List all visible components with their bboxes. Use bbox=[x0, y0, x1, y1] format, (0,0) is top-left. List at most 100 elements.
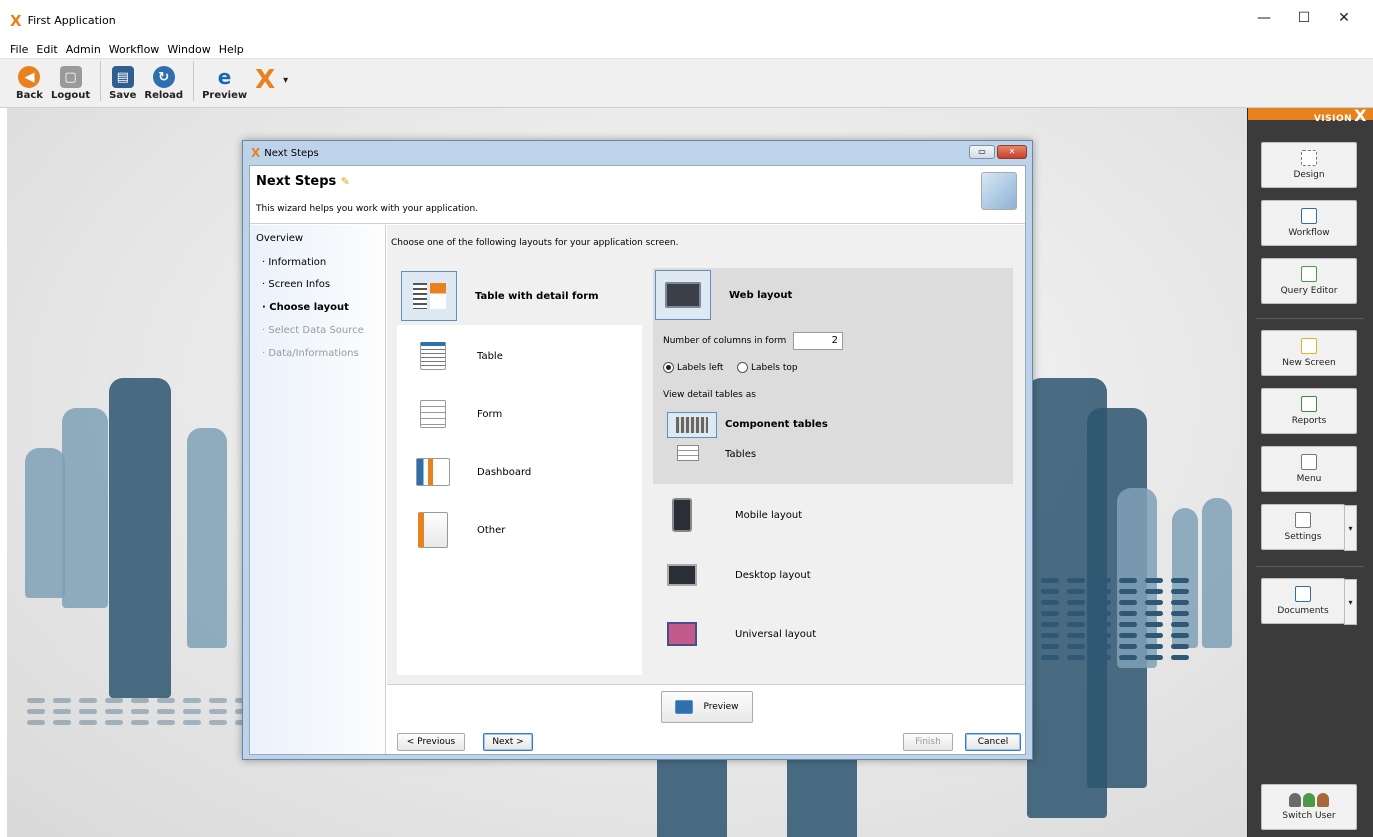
menu-workflow[interactable]: Workflow bbox=[109, 43, 160, 56]
back-button[interactable]: ◀ Back bbox=[16, 66, 43, 101]
preview-button[interactable]: Preview bbox=[661, 691, 753, 723]
visionx-dropdown-button[interactable]: X ▾ bbox=[255, 67, 288, 93]
settings-button[interactable]: Settings ▾ bbox=[1261, 504, 1357, 551]
save-button[interactable]: ▤ Save bbox=[109, 66, 136, 101]
component-tables-option[interactable]: Component tables bbox=[725, 419, 828, 430]
minimize-button[interactable]: — bbox=[1244, 10, 1284, 32]
layout-list: Table with detail form Table Form Dashbo… bbox=[397, 267, 642, 675]
menu-window[interactable]: Window bbox=[167, 43, 210, 56]
settings-icon bbox=[1295, 512, 1311, 528]
web-layout-panel: Web layout Number of columns in form 2 L… bbox=[653, 268, 1013, 484]
wizard-heading: Next Steps ✎ bbox=[256, 174, 351, 189]
documents-icon bbox=[1295, 586, 1311, 602]
layout-option-table-detail[interactable]: Table with detail form bbox=[397, 267, 642, 325]
settings-dropdown-chevron-icon[interactable]: ▾ bbox=[1344, 505, 1357, 551]
reload-button[interactable]: ↻ Reload bbox=[144, 66, 183, 101]
chevron-down-icon: ▾ bbox=[283, 74, 289, 86]
new-screen-icon bbox=[1301, 338, 1317, 354]
dialog-restore-button[interactable]: ▭ bbox=[969, 145, 995, 159]
switch-user-icon bbox=[1289, 793, 1329, 807]
query-editor-button[interactable]: Query Editor bbox=[1261, 258, 1357, 304]
universal-devices-icon bbox=[667, 616, 697, 652]
documents-button[interactable]: Documents ▾ bbox=[1261, 578, 1357, 625]
preview-monitor-icon bbox=[675, 700, 694, 714]
cancel-button[interactable]: Cancel bbox=[965, 733, 1021, 751]
logout-button[interactable]: ▢ Logout bbox=[51, 66, 90, 101]
vision-sidepanel: VISION X Design Workflow Query Editor New… bbox=[1247, 106, 1373, 837]
menu-admin[interactable]: Admin bbox=[66, 43, 101, 56]
dialog-close-button[interactable]: ✕ bbox=[997, 145, 1027, 159]
reports-icon bbox=[1301, 396, 1317, 412]
menu-icon bbox=[1301, 454, 1317, 470]
desktop-monitor-icon bbox=[667, 557, 697, 593]
labels-left-radio[interactable]: Labels left bbox=[663, 362, 723, 373]
menu-file[interactable]: File bbox=[10, 43, 28, 56]
menu-button[interactable]: Menu bbox=[1261, 446, 1357, 492]
design-button[interactable]: Design bbox=[1261, 142, 1357, 188]
reports-button[interactable]: Reports bbox=[1261, 388, 1357, 434]
columns-label: Number of columns in form bbox=[663, 336, 787, 346]
new-screen-button[interactable]: New Screen bbox=[1261, 330, 1357, 376]
documents-dropdown-chevron-icon[interactable]: ▾ bbox=[1344, 579, 1357, 625]
next-button[interactable]: Next > bbox=[483, 733, 533, 751]
close-button[interactable]: ✕ bbox=[1324, 10, 1364, 32]
design-icon bbox=[1301, 150, 1317, 166]
other-layout-icon bbox=[415, 512, 451, 548]
maximize-button[interactable]: ☐ bbox=[1284, 10, 1324, 32]
tables-icon[interactable] bbox=[677, 445, 699, 461]
menu-bar: File Edit Admin Workflow Window Help bbox=[0, 40, 1373, 58]
app-title: X First Application bbox=[10, 13, 116, 28]
nav-overview[interactable]: Overview bbox=[256, 233, 303, 244]
wizard-header: Next Steps ✎ This wizard helps you work … bbox=[250, 166, 1025, 224]
mobile-layout-option[interactable]: Mobile layout bbox=[653, 486, 1013, 544]
layout-option-form[interactable]: Form bbox=[397, 385, 642, 443]
window-titlebar: X First Application — ☐ ✕ bbox=[0, 0, 1373, 40]
switch-user-button[interactable]: Switch User bbox=[1261, 784, 1357, 830]
silhouette-figure bbox=[25, 448, 65, 598]
workflow-button[interactable]: Workflow bbox=[1261, 200, 1357, 246]
wizard-steps-nav: Overview · Information · Screen Infos · … bbox=[250, 225, 386, 754]
nav-step-information[interactable]: · Information bbox=[262, 257, 326, 268]
nav-step-choose-layout[interactable]: · Choose layout bbox=[262, 302, 349, 313]
dashboard-icon bbox=[415, 454, 451, 490]
mobile-phone-icon bbox=[667, 497, 697, 533]
logout-lock-icon: ▢ bbox=[59, 66, 82, 88]
layout-hint: Choose one of the following layouts for … bbox=[391, 238, 679, 248]
web-layout-icon[interactable] bbox=[655, 270, 711, 320]
table-icon bbox=[415, 338, 451, 374]
layout-option-other[interactable]: Other bbox=[397, 501, 642, 559]
dialog-logo-icon: X bbox=[251, 146, 261, 160]
query-editor-icon bbox=[1301, 266, 1317, 282]
wizard-footer: Preview < Previous Next > Finish Cancel bbox=[387, 684, 1025, 754]
tables-option[interactable]: Tables bbox=[725, 449, 756, 460]
toolbar-separator bbox=[193, 61, 195, 101]
previous-button[interactable]: < Previous bbox=[397, 733, 465, 751]
dialog-title: Next Steps bbox=[264, 147, 319, 159]
nav-step-data-informations: · Data/Informations bbox=[262, 348, 359, 359]
silhouette-figure bbox=[1202, 498, 1232, 648]
finish-button: Finish bbox=[903, 733, 953, 751]
layout-option-table[interactable]: Table bbox=[397, 327, 642, 385]
pencil-icon: ✎ bbox=[340, 175, 351, 188]
desktop-layout-option[interactable]: Desktop layout bbox=[653, 546, 1013, 604]
main-toolbar: ◀ Back ▢ Logout ▤ Save ↻ Reload e Previe… bbox=[0, 58, 1373, 108]
menu-edit[interactable]: Edit bbox=[36, 43, 57, 56]
layout-chooser: Choose one of the following layouts for … bbox=[387, 225, 1025, 684]
columns-input[interactable]: 2 bbox=[793, 332, 843, 350]
layout-option-dashboard[interactable]: Dashboard bbox=[397, 443, 642, 501]
app-title-text: First Application bbox=[27, 14, 116, 27]
toolbar-separator bbox=[100, 61, 102, 101]
save-label: Save bbox=[109, 90, 137, 101]
component-tables-icon[interactable] bbox=[667, 412, 717, 438]
logout-label: Logout bbox=[50, 90, 91, 101]
universal-layout-option[interactable]: Universal layout bbox=[653, 605, 1013, 663]
menu-help[interactable]: Help bbox=[219, 43, 244, 56]
wizard-picture-icon bbox=[981, 172, 1017, 210]
next-steps-dialog: X Next Steps ▭ ✕ Next Steps ✎ This wizar… bbox=[242, 140, 1033, 760]
preview-toolbar-label: Preview bbox=[202, 90, 248, 101]
reload-label: Reload bbox=[144, 90, 184, 101]
back-label: Back bbox=[16, 90, 43, 101]
labels-top-radio[interactable]: Labels top bbox=[737, 362, 798, 373]
nav-step-screen-infos[interactable]: · Screen Infos bbox=[262, 279, 330, 290]
preview-toolbar-button[interactable]: e Preview bbox=[202, 65, 248, 101]
